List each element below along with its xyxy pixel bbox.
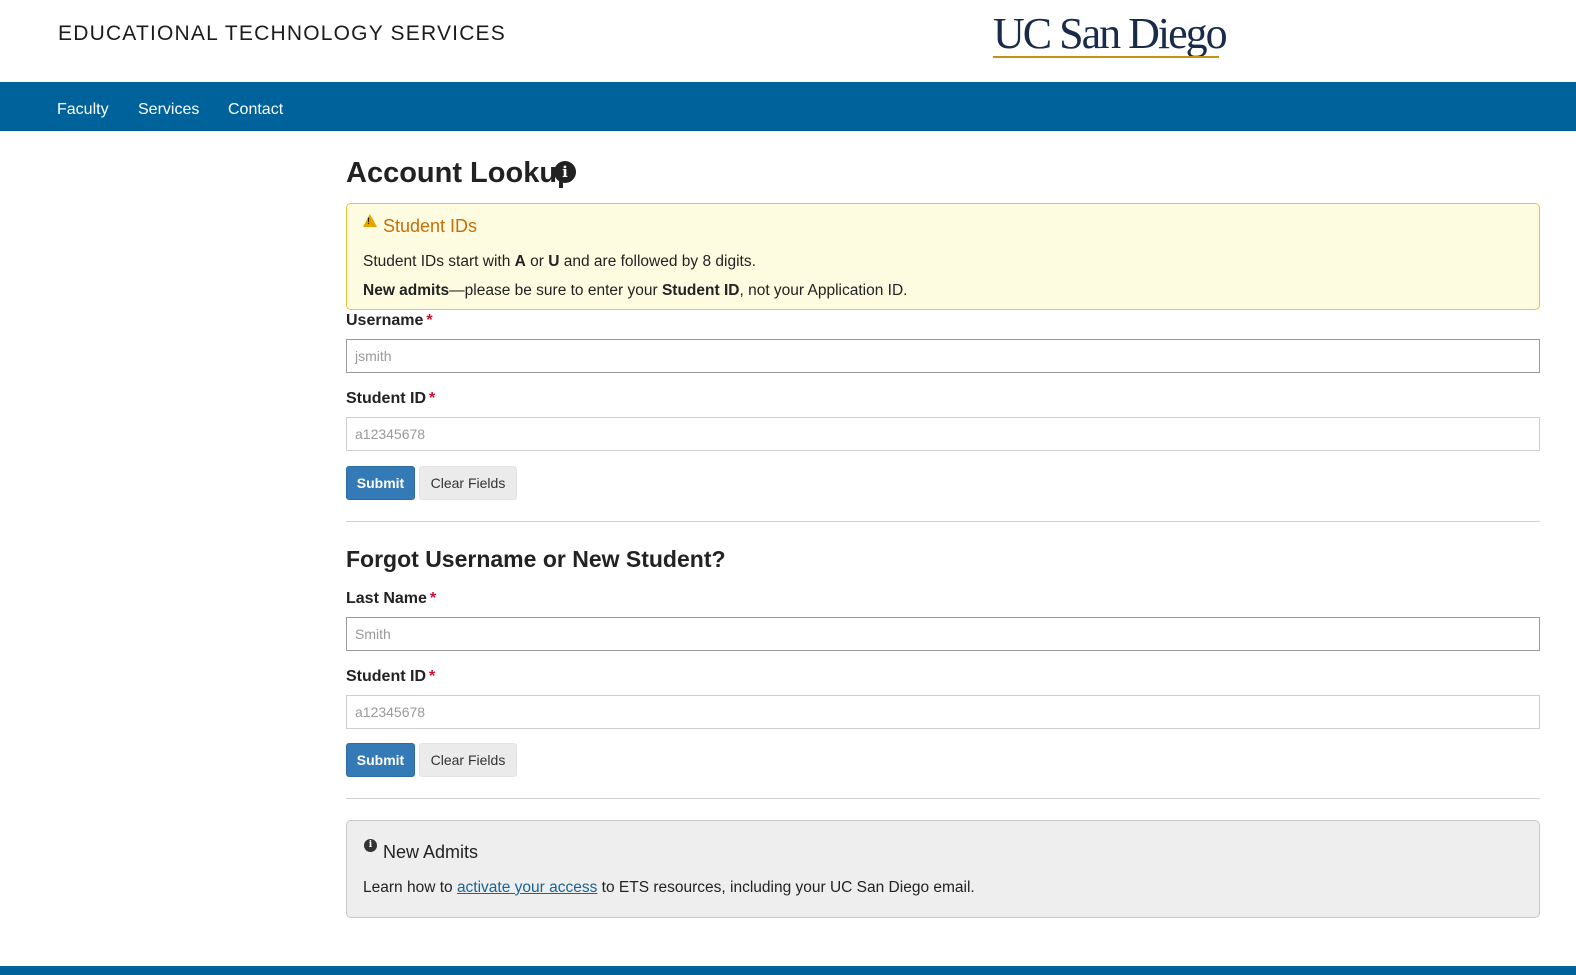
new-admits-title: New Admits	[383, 842, 479, 862]
warning-icon	[363, 214, 377, 227]
alert-line-id-format: Student IDs start with A or U and are fo…	[363, 253, 756, 270]
main-navbar: Faculty Services Contact	[0, 82, 1576, 133]
info-circle-icon: i	[364, 839, 377, 852]
forgot-username-title: Forgot Username or New Student?	[346, 546, 726, 572]
student-id-input[interactable]	[346, 417, 1540, 451]
required-mark: *	[429, 668, 436, 685]
nav-group: Faculty Services Contact	[43, 82, 299, 133]
warning-icon-mark: !	[367, 216, 370, 226]
student-ids-alert: ! Student IDs Student IDs start with A o…	[346, 203, 1540, 310]
new-admits-text: Learn how to activate your access to ETS…	[363, 879, 975, 896]
submit-button[interactable]: Submit	[346, 743, 415, 777]
student-id-label: Student ID *	[346, 390, 436, 407]
username-label: Username *	[346, 312, 433, 329]
site-title[interactable]: EDUCATIONAL TECHNOLOGY SERVICES	[58, 22, 506, 46]
page-title: Account Lookup	[346, 157, 575, 189]
logo-wordmark: UC San Diego	[993, 9, 1228, 58]
username-input[interactable]	[346, 339, 1540, 373]
last-name-label: Last Name *	[346, 590, 437, 607]
last-name-input[interactable]	[346, 617, 1540, 651]
alert-title: Student IDs	[383, 216, 478, 236]
student-id-label: Student ID *	[346, 668, 436, 685]
submit-button[interactable]: Submit	[346, 466, 415, 500]
section-divider	[346, 521, 1540, 522]
logo-underline	[993, 56, 1219, 58]
nav-item-services[interactable]: Services	[138, 101, 199, 119]
nav-item-faculty[interactable]: Faculty	[57, 101, 109, 119]
new-admits-panel: i New Admits Learn how to activate your …	[346, 820, 1540, 918]
info-circle-icon[interactable]: i	[554, 161, 576, 183]
clear-fields-button[interactable]: Clear Fields	[419, 743, 517, 777]
uc-san-diego-logo[interactable]: UC San Diego	[993, 9, 1228, 60]
section-divider	[346, 798, 1540, 799]
alert-line-new-admits: New admits—please be sure to enter your …	[363, 282, 908, 299]
required-mark: *	[429, 390, 436, 407]
student-id-input[interactable]	[346, 695, 1540, 729]
required-mark: *	[429, 590, 437, 607]
clear-fields-button[interactable]: Clear Fields	[419, 466, 517, 500]
site-header: EDUCATIONAL TECHNOLOGY SERVICES UC San D…	[0, 0, 1576, 82]
nav-item-contact[interactable]: Contact	[228, 101, 283, 119]
activate-access-link[interactable]: activate your access	[457, 879, 597, 896]
required-mark: *	[426, 312, 433, 329]
footer-bar	[0, 966, 1576, 975]
